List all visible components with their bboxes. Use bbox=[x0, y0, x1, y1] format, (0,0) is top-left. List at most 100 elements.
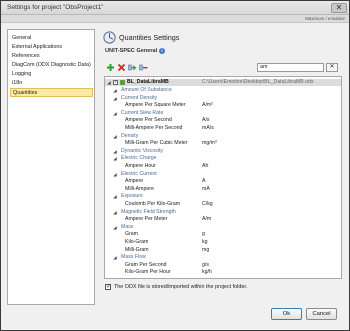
category-label: Exposure bbox=[121, 193, 143, 200]
expand-arrow-icon[interactable]: ◢ bbox=[112, 95, 118, 102]
category-label: Current Slew Rate bbox=[121, 109, 164, 116]
settings-nav: General External Applications References… bbox=[7, 29, 95, 305]
unit-label: Ampere Per Square Meter bbox=[125, 102, 186, 109]
close-icon[interactable]: ✕ bbox=[331, 3, 347, 13]
clear-search-icon[interactable]: ✕ bbox=[326, 63, 338, 72]
quantities-panel: Quantities Settings UNIT-SPEC General i … bbox=[100, 29, 344, 305]
expand-arrow-icon[interactable]: ◢ bbox=[112, 193, 118, 200]
expand-arrow-icon[interactable]: ◢ bbox=[112, 171, 118, 178]
nav-item-references[interactable]: References bbox=[10, 52, 93, 61]
delete-icon[interactable] bbox=[117, 63, 126, 72]
status-text: Maximum / emulator bbox=[305, 16, 345, 21]
tree-category-row[interactable]: ◢ Electric Charge bbox=[105, 155, 341, 162]
tree-root-row[interactable]: ◢ ✓ BL_DataLibraMB C:\Users\Emotive\Desk… bbox=[105, 79, 341, 86]
tree-category-row[interactable]: ◢ Exposure bbox=[105, 193, 341, 200]
tree-category-row[interactable]: ◢ Electric Current bbox=[105, 171, 341, 178]
tree-category-row[interactable]: ◢ Dynamic Viscosity bbox=[105, 148, 341, 155]
category-label: Magnetic Field Strength bbox=[121, 208, 176, 215]
unit-label: Gram bbox=[125, 231, 138, 238]
unit-symbol: g/s bbox=[202, 261, 209, 268]
tree-unit-row[interactable]: Gram g bbox=[105, 231, 341, 238]
category-label: Amount Of Substance bbox=[121, 87, 172, 93]
expand-arrow-icon[interactable]: ◢ bbox=[112, 209, 118, 216]
unit-symbol: A bbox=[202, 178, 206, 185]
cancel-button[interactable]: Cancel bbox=[306, 308, 337, 320]
tree-category-row[interactable]: ◢ Amount Of Substance bbox=[105, 87, 341, 94]
search-input[interactable]: am bbox=[257, 63, 324, 72]
section-label: UNIT-SPEC General bbox=[105, 48, 158, 54]
category-label: Electric Current bbox=[121, 170, 157, 177]
category-label: Density bbox=[121, 132, 139, 139]
panel-title: Quantities Settings bbox=[119, 33, 180, 42]
nav-item-quantities[interactable]: Quantities bbox=[10, 88, 93, 97]
tree-category-row[interactable]: ◢ Mass Flow bbox=[105, 254, 341, 261]
root-checkbox[interactable]: ✓ bbox=[113, 80, 118, 85]
unit-symbol: kg/h bbox=[202, 269, 212, 276]
tree-unit-row[interactable]: Milli-Gram mg bbox=[105, 247, 341, 254]
add-child-icon[interactable] bbox=[128, 63, 137, 72]
settings-window: Settings for project "ObsProject1" ✕ Max… bbox=[0, 0, 350, 331]
nav-item-external-applications[interactable]: External Applications bbox=[10, 43, 93, 52]
tree-unit-row[interactable]: Ampere A bbox=[105, 178, 341, 185]
add-icon[interactable] bbox=[106, 63, 115, 72]
tree-unit-row[interactable]: Milli-Ampere mA bbox=[105, 186, 341, 193]
unit-symbol: mg bbox=[202, 246, 210, 253]
tree-unit-row[interactable]: Kilo-Gram kg bbox=[105, 239, 341, 246]
expand-arrow-icon[interactable]: ◢ bbox=[112, 155, 118, 162]
expand-arrow-icon[interactable]: ◢ bbox=[112, 254, 118, 261]
title-bar[interactable]: Settings for project "ObsProject1" ✕ bbox=[1, 1, 349, 15]
tree-unit-row[interactable]: Coulomb Per Kilo-Gram C/kg bbox=[105, 201, 341, 208]
expand-arrow-icon[interactable]: ◢ bbox=[112, 87, 118, 94]
unit-symbol: kg bbox=[202, 239, 208, 245]
tree-unit-row[interactable]: Gram Per Second g/s bbox=[105, 262, 341, 269]
expand-arrow-icon[interactable]: ◢ bbox=[112, 224, 118, 231]
tree-unit-row[interactable]: Kilo-Gram Per Hour kg/h bbox=[105, 269, 341, 276]
tree-category-row[interactable]: ◢ Magnetic Field Strength bbox=[105, 209, 341, 216]
tree-category-row[interactable]: ◢ Current Slew Rate bbox=[105, 110, 341, 117]
unit-symbol: g bbox=[202, 231, 205, 238]
expand-arrow-icon[interactable]: ◢ bbox=[112, 110, 118, 117]
unit-symbol: C/kg bbox=[202, 201, 213, 207]
unit-label: Ampere Per Second bbox=[125, 117, 172, 124]
tree-unit-row[interactable]: Ampere Hour Ah bbox=[105, 163, 341, 170]
odx-stored-label: The ODX file is stored/imported within t… bbox=[114, 284, 248, 290]
nav-item-diagcom[interactable]: DiagCom (ODX Diagnostic Data) bbox=[10, 61, 93, 70]
unit-label: Milli-Ampere bbox=[125, 185, 154, 192]
tree-category-row[interactable]: ◢ Mass bbox=[105, 224, 341, 231]
unit-label: Kilo-Gram Per Hour bbox=[125, 269, 171, 276]
unit-symbol: mA bbox=[202, 185, 210, 192]
tree-unit-row[interactable]: Ampere Per Square Meter A/m² bbox=[105, 102, 341, 109]
expand-arrow-icon[interactable]: ◢ bbox=[112, 148, 118, 155]
tree-root-path: C:\Users\Emotive\Desktop\BL_DataLibraMB.… bbox=[202, 79, 314, 85]
quantities-settings-icon bbox=[103, 31, 116, 44]
tree-root-label: BL_DataLibraMB bbox=[127, 79, 169, 85]
category-label: Mass Flow bbox=[121, 254, 146, 261]
unit-symbol: A/m bbox=[202, 216, 212, 223]
tree-category-row[interactable]: ◢ Current Density bbox=[105, 95, 341, 102]
ok-button[interactable]: Ok bbox=[271, 308, 302, 320]
expand-arrow-icon[interactable]: ◢ bbox=[112, 133, 118, 140]
unit-label: Milli-Gram Per Cubic Meter bbox=[125, 140, 188, 147]
odx-stored-option[interactable]: ✓ The ODX file is stored/imported within… bbox=[105, 283, 335, 291]
nav-item-logging[interactable]: Logging bbox=[10, 70, 93, 79]
nav-item-general[interactable]: General bbox=[10, 34, 93, 43]
unit-symbol: A/s bbox=[202, 117, 210, 124]
tree-unit-row[interactable]: Ampere Per Second A/s bbox=[105, 117, 341, 124]
collapse-arrow-icon[interactable]: ◢ bbox=[106, 79, 112, 86]
odx-stored-checkbox[interactable]: ✓ bbox=[105, 284, 111, 290]
unit-label: Milli-Ampere Per Second bbox=[125, 125, 183, 131]
tree-unit-row[interactable]: Ampere Per Meter A/m bbox=[105, 216, 341, 223]
quantities-tree[interactable]: ◢ ✓ BL_DataLibraMB C:\Users\Emotive\Desk… bbox=[104, 76, 342, 279]
database-icon bbox=[120, 80, 125, 85]
tree-category-row[interactable]: ◢ Density bbox=[105, 133, 341, 140]
tree-unit-row[interactable]: Milli-Gram Per Cubic Meter mg/m³ bbox=[105, 140, 341, 147]
info-icon[interactable]: i bbox=[159, 48, 165, 54]
unit-symbol: A/m² bbox=[202, 102, 213, 109]
remove-child-icon[interactable] bbox=[139, 63, 148, 72]
nav-item-i18n[interactable]: i18n bbox=[10, 79, 93, 88]
category-label: Mass bbox=[121, 223, 134, 230]
unit-label: Ampere bbox=[125, 178, 144, 185]
window-status-strip: Maximum / emulator bbox=[1, 15, 349, 23]
tree-unit-row[interactable]: Milli-Ampere Per Second mA/s bbox=[105, 125, 341, 132]
unit-label: Milli-Gram bbox=[125, 246, 149, 253]
